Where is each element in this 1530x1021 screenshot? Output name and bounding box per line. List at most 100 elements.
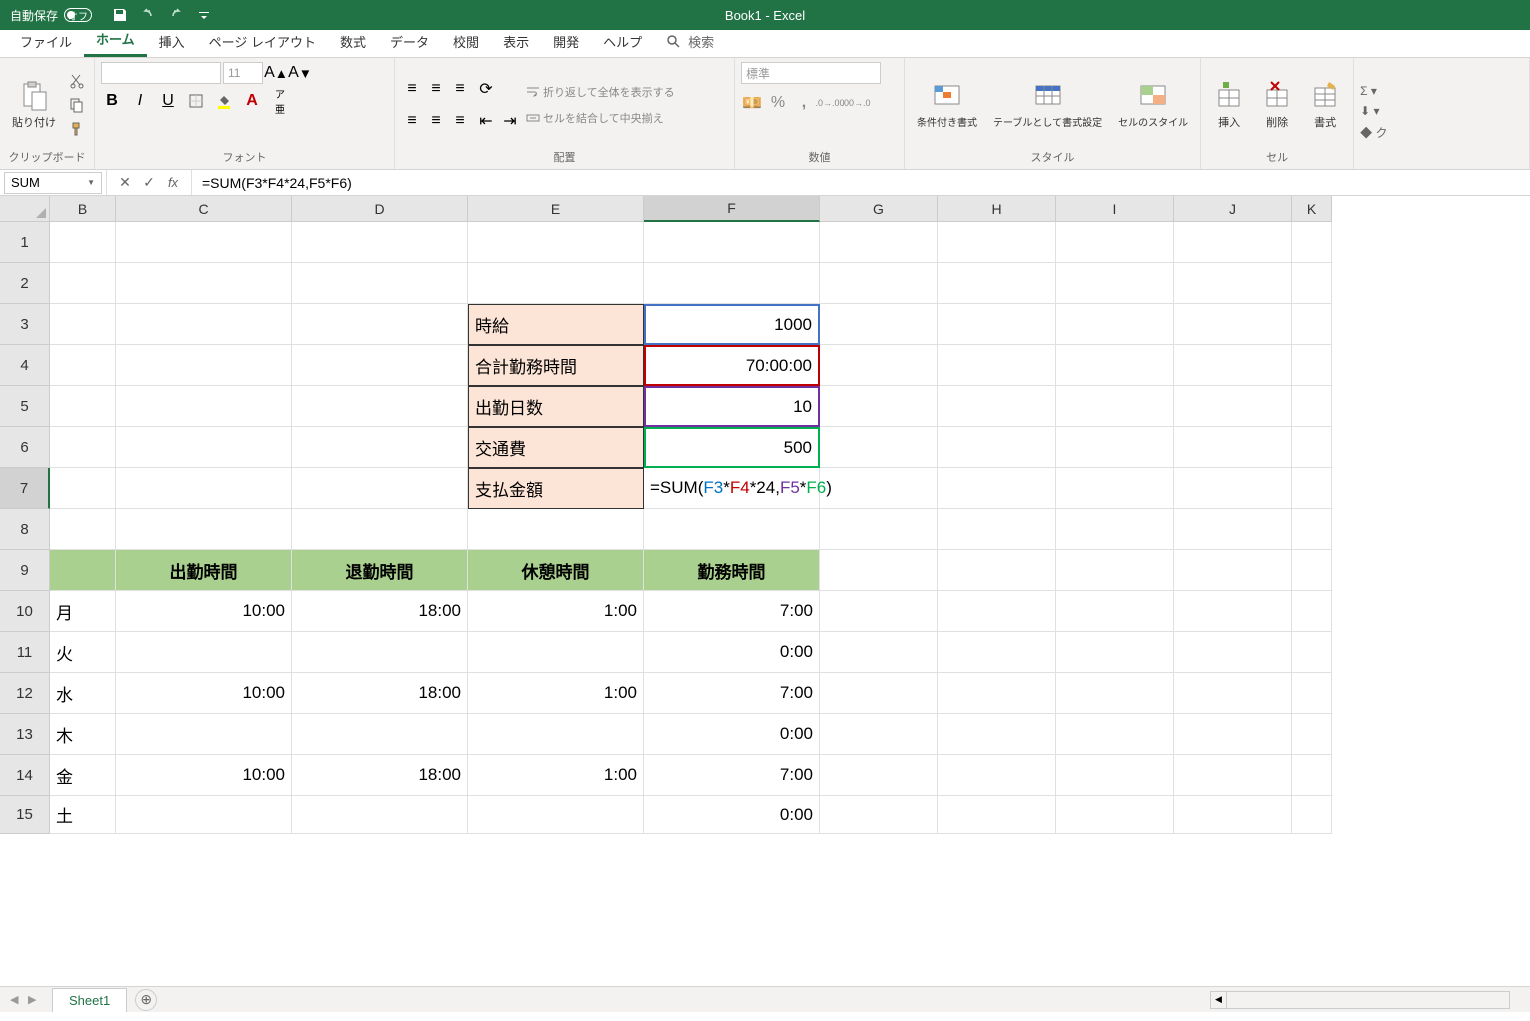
increase-decimal-button[interactable]: .0→.00 xyxy=(819,92,841,114)
fill-button[interactable]: ⬇ ▾ xyxy=(1360,104,1387,118)
sheet-tab[interactable]: Sheet1 xyxy=(52,988,127,1012)
cell-B10[interactable]: 月 xyxy=(50,591,116,632)
cell-K2[interactable] xyxy=(1292,263,1332,304)
cell-E12[interactable]: 1:00 xyxy=(468,673,644,714)
qat-dropdown-icon[interactable] xyxy=(196,7,212,23)
cell-F9[interactable]: 勤務時間 xyxy=(644,550,820,591)
cell-I8[interactable] xyxy=(1056,509,1174,550)
row-header-1[interactable]: 1 xyxy=(0,222,50,263)
cell-F6[interactable]: 500 xyxy=(644,427,820,468)
align-left-button[interactable]: ≡ xyxy=(401,110,423,132)
col-header-F[interactable]: F xyxy=(644,196,820,222)
row-header-11[interactable]: 11 xyxy=(0,632,50,673)
cell-D14[interactable]: 18:00 xyxy=(292,755,468,796)
align-top-button[interactable]: ≡ xyxy=(401,78,423,100)
cell-I4[interactable] xyxy=(1056,345,1174,386)
cell-H9[interactable] xyxy=(938,550,1056,591)
cell-K9[interactable] xyxy=(1292,550,1332,591)
cell-H10[interactable] xyxy=(938,591,1056,632)
cell-E3[interactable]: 時給 xyxy=(468,304,644,345)
cell-K11[interactable] xyxy=(1292,632,1332,673)
cell-K13[interactable] xyxy=(1292,714,1332,755)
cell-B9[interactable] xyxy=(50,550,116,591)
cell-I9[interactable] xyxy=(1056,550,1174,591)
decrease-indent-button[interactable]: ⇤ xyxy=(475,110,497,132)
cell-F13[interactable]: 0:00 xyxy=(644,714,820,755)
row-header-14[interactable]: 14 xyxy=(0,755,50,796)
cell-F1[interactable] xyxy=(644,222,820,263)
cell-D10[interactable]: 18:00 xyxy=(292,591,468,632)
row-header-8[interactable]: 8 xyxy=(0,509,50,550)
cell-H11[interactable] xyxy=(938,632,1056,673)
tab-developer[interactable]: 開発 xyxy=(541,26,591,57)
confirm-formula-button[interactable]: ✓ xyxy=(141,175,157,191)
bold-button[interactable]: B xyxy=(101,90,123,112)
cell-G8[interactable] xyxy=(820,509,938,550)
cell-D9[interactable]: 退勤時間 xyxy=(292,550,468,591)
cell-E6[interactable]: 交通費 xyxy=(468,427,644,468)
tell-me-search[interactable]: 検索 xyxy=(654,26,726,57)
col-header-G[interactable]: G xyxy=(820,196,938,222)
cell-K7[interactable] xyxy=(1292,468,1332,509)
cell-J3[interactable] xyxy=(1174,304,1292,345)
insert-function-button[interactable]: fx xyxy=(165,175,181,191)
cell-B8[interactable] xyxy=(50,509,116,550)
cell-D4[interactable] xyxy=(292,345,468,386)
cell-C3[interactable] xyxy=(116,304,292,345)
cell-G9[interactable] xyxy=(820,550,938,591)
cell-I2[interactable] xyxy=(1056,263,1174,304)
cell-D12[interactable]: 18:00 xyxy=(292,673,468,714)
cell-I5[interactable] xyxy=(1056,386,1174,427)
cell-E10[interactable]: 1:00 xyxy=(468,591,644,632)
cell-F5[interactable]: 10 xyxy=(644,386,820,427)
cell-B4[interactable] xyxy=(50,345,116,386)
cell-G1[interactable] xyxy=(820,222,938,263)
toggle-switch[interactable]: オフ xyxy=(64,8,92,22)
select-all-button[interactable] xyxy=(0,196,50,222)
cell-I13[interactable] xyxy=(1056,714,1174,755)
cell-H13[interactable] xyxy=(938,714,1056,755)
cell-G7[interactable] xyxy=(820,468,938,509)
cell-D13[interactable] xyxy=(292,714,468,755)
cell-B7[interactable] xyxy=(50,468,116,509)
cell-C15[interactable] xyxy=(116,796,292,834)
cell-F11[interactable]: 0:00 xyxy=(644,632,820,673)
row-header-2[interactable]: 2 xyxy=(0,263,50,304)
cell-G6[interactable] xyxy=(820,427,938,468)
cell-J8[interactable] xyxy=(1174,509,1292,550)
cell-H4[interactable] xyxy=(938,345,1056,386)
cell-H7[interactable] xyxy=(938,468,1056,509)
cell-J7[interactable] xyxy=(1174,468,1292,509)
cell-E13[interactable] xyxy=(468,714,644,755)
col-header-H[interactable]: H xyxy=(938,196,1056,222)
cell-J9[interactable] xyxy=(1174,550,1292,591)
cell-D3[interactable] xyxy=(292,304,468,345)
redo-icon[interactable] xyxy=(168,7,184,23)
cell-C6[interactable] xyxy=(116,427,292,468)
format-painter-button[interactable] xyxy=(66,118,88,140)
cell-G13[interactable] xyxy=(820,714,938,755)
cell-F14[interactable]: 7:00 xyxy=(644,755,820,796)
format-as-table-button[interactable]: テーブルとして書式設定 xyxy=(987,62,1108,147)
cell-H1[interactable] xyxy=(938,222,1056,263)
cell-E11[interactable] xyxy=(468,632,644,673)
number-format-combo[interactable] xyxy=(741,62,881,84)
cell-F8[interactable] xyxy=(644,509,820,550)
cell-I11[interactable] xyxy=(1056,632,1174,673)
cell-H8[interactable] xyxy=(938,509,1056,550)
align-right-button[interactable]: ≡ xyxy=(449,110,471,132)
decrease-decimal-button[interactable]: .00→.0 xyxy=(845,92,867,114)
col-header-B[interactable]: B xyxy=(50,196,116,222)
cell-G3[interactable] xyxy=(820,304,938,345)
cell-G10[interactable] xyxy=(820,591,938,632)
cell-H5[interactable] xyxy=(938,386,1056,427)
cell-H14[interactable] xyxy=(938,755,1056,796)
cell-B12[interactable]: 水 xyxy=(50,673,116,714)
cell-J2[interactable] xyxy=(1174,263,1292,304)
underline-button[interactable]: U xyxy=(157,90,179,112)
cell-B2[interactable] xyxy=(50,263,116,304)
cell-D11[interactable] xyxy=(292,632,468,673)
cell-K12[interactable] xyxy=(1292,673,1332,714)
row-header-10[interactable]: 10 xyxy=(0,591,50,632)
cell-B14[interactable]: 金 xyxy=(50,755,116,796)
